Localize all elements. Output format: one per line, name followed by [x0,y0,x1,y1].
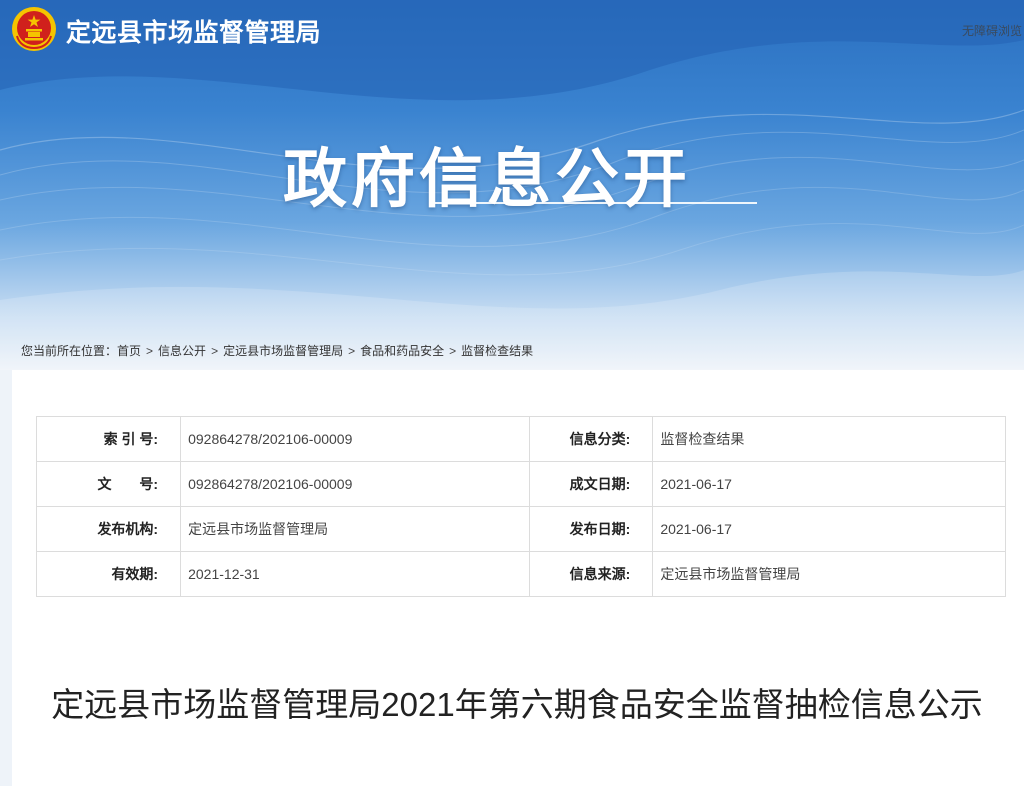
banner-underline [433,202,757,204]
meta-label-publish-date: 发布日期: [528,506,654,552]
meta-value-doc-no: 092864278/202106-00009 [180,461,530,507]
meta-value-index-no: 092864278/202106-00009 [180,416,530,462]
breadcrumb-item-inspection-results[interactable]: 监督检查结果 [461,344,533,358]
breadcrumb: 您当前所在位置：首页 > 信息公开 > 定远县市场监督管理局 > 食品和药品安全 > 监督检查结… [21,342,533,359]
accessibility-link[interactable]: 无障碍浏览 [962,22,1024,39]
breadcrumb-prefix: 您当前所在位置： [21,344,118,358]
meta-label-index-no: 索 引 号: [35,416,182,462]
breadcrumb-item-home[interactable]: 首页 [117,344,141,358]
banner-heading: 政府信息公开 [283,143,691,215]
meta-value-category: 监督检查结果 [652,416,1006,462]
meta-label-category: 信息分类: [528,416,654,462]
page: 定远县市场监督管理局 无障碍浏览 政府信息公开 您当前所在位置：首页 > 信息公开 >… [0,0,1024,786]
breadcrumb-separator: > [211,344,219,358]
meta-value-publisher: 定远县市场监督管理局 [180,506,530,552]
header-banner: 定远县市场监督管理局 无障碍浏览 政府信息公开 您当前所在位置：首页 > 信息公开 >… [0,0,1024,370]
meta-value-source: 定远县市场监督管理局 [652,551,1006,597]
table-row: 发布机构: 定远县市场监督管理局 发布日期: 2021-06-17 [35,506,1006,552]
meta-label-publisher: 发布机构: [35,506,182,552]
breadcrumb-separator: > [348,344,356,358]
breadcrumb-item-food-drug-safety[interactable]: 食品和药品安全 [360,344,444,358]
table-row: 索 引 号: 092864278/202106-00009 信息分类: 监督检查… [35,416,1006,462]
meta-value-written-date: 2021-06-17 [652,461,1006,507]
meta-label-written-date: 成文日期: [528,461,654,507]
meta-label-source: 信息来源: [528,551,654,597]
article-title: 定远县市场监督管理局2021年第六期食品安全监督抽检信息公示 [51,686,983,723]
breadcrumb-item-bureau[interactable]: 定远县市场监督管理局 [223,344,343,358]
table-row: 文 号: 092864278/202106-00009 成文日期: 2021-0… [35,461,1006,507]
meta-value-valid-until: 2021-12-31 [180,551,530,597]
info-meta-table: 索 引 号: 092864278/202106-00009 信息分类: 监督检查… [35,416,1006,597]
content-panel: 索 引 号: 092864278/202106-00009 信息分类: 监督检查… [12,370,1024,786]
meta-label-doc-no: 文 号: [35,461,182,507]
breadcrumb-separator: > [146,344,154,358]
meta-label-valid-until: 有效期: [35,551,182,597]
breadcrumb-item-info-disclosure[interactable]: 信息公开 [158,344,206,358]
breadcrumb-separator: > [449,344,457,358]
national-emblem-icon [12,7,56,51]
site-title[interactable]: 定远县市场监督管理局 [66,13,321,49]
table-row: 有效期: 2021-12-31 信息来源: 定远县市场监督管理局 [35,551,1006,597]
meta-value-publish-date: 2021-06-17 [652,506,1006,552]
